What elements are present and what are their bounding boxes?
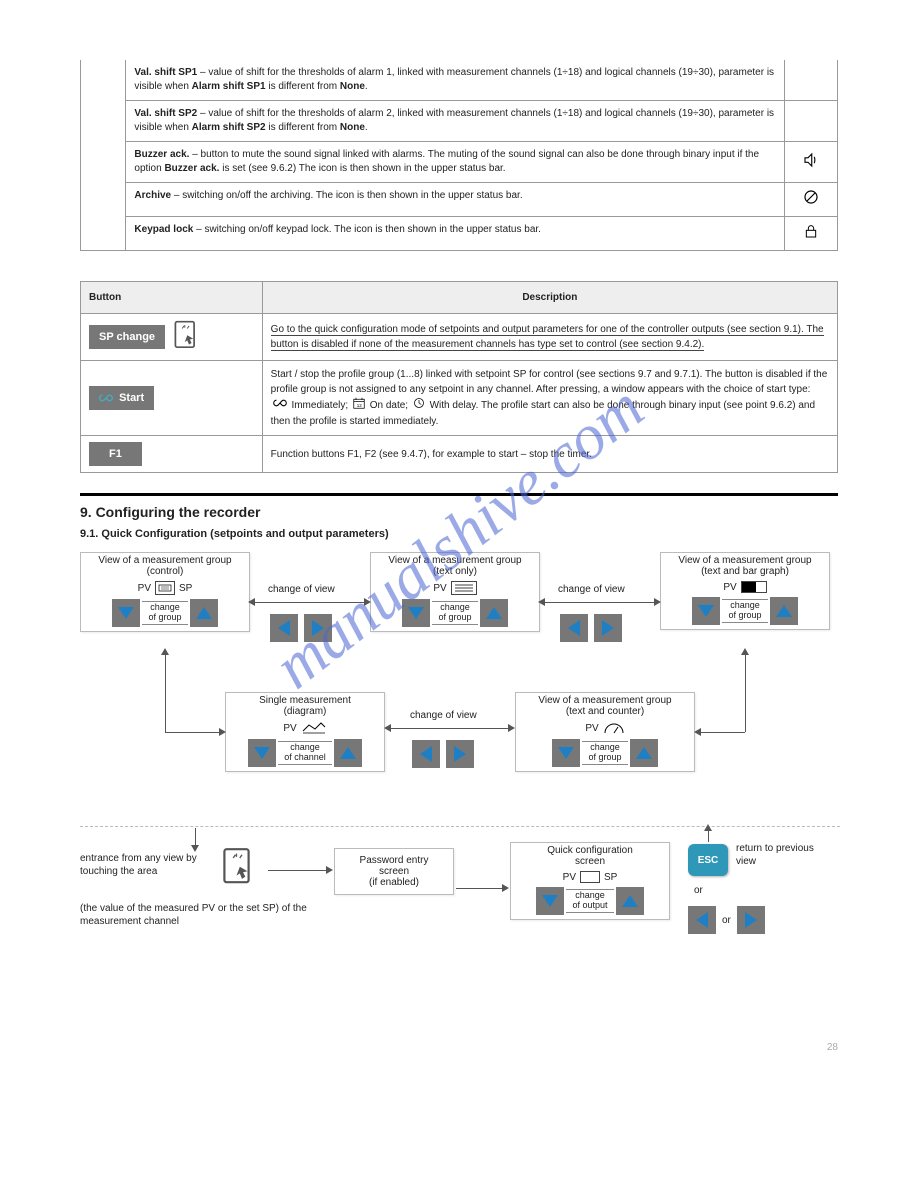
entrance-text: entrance from any view by touching the a…: [80, 852, 220, 878]
button-description-table: Button Description SP change Go to the q…: [80, 281, 838, 473]
page-number: 28: [0, 1032, 918, 1073]
start-desc: Start / stop the profile group (1...8) l…: [262, 361, 837, 436]
row-val-shift-sp2: Val. shift SP2 – value of shift for the …: [126, 101, 785, 142]
f1-desc: Function buttons F1, F2 (see 9.4.7), for…: [262, 436, 837, 473]
calendar-icon: 12: [353, 397, 365, 414]
th-desc: Description: [262, 282, 837, 314]
down-arrow-button[interactable]: [402, 599, 430, 627]
left-arrow-button[interactable]: [560, 614, 588, 642]
down-arrow-button[interactable]: [112, 599, 140, 627]
change-of-view-label: change of view: [558, 584, 625, 595]
prohibit-icon: [785, 183, 838, 217]
touch-icon: [220, 847, 264, 891]
esc-button[interactable]: ESC: [688, 844, 728, 876]
right-arrow-button[interactable]: [594, 614, 622, 642]
password-entry-box: Password entry screen (if enabled): [334, 848, 454, 895]
row-val-shift-sp1: Val. shift SP1 – value of shift for the …: [126, 60, 785, 101]
left-arrow-button[interactable]: [688, 906, 716, 934]
down-arrow-button[interactable]: [536, 887, 564, 915]
change-of-view-label: change of view: [410, 710, 477, 721]
heading-9: 9. Configuring the recorder: [80, 504, 838, 520]
left-arrow-button[interactable]: [412, 740, 440, 768]
quick-config-box: Quick configuration screen PVSP changeof…: [510, 842, 670, 920]
speaker-icon: [785, 142, 838, 183]
node-single-measurement: Single measurement (diagram) PV changeof…: [225, 692, 385, 772]
change-of-view-label: change of view: [268, 584, 335, 595]
sp-change-desc: Go to the quick configuration mode of se…: [262, 314, 837, 361]
down-arrow-button[interactable]: [552, 739, 580, 767]
up-arrow-button[interactable]: [616, 887, 644, 915]
sp-change-button[interactable]: SP change: [89, 325, 165, 349]
right-arrow-button[interactable]: [446, 740, 474, 768]
up-arrow-button[interactable]: [480, 599, 508, 627]
start-button[interactable]: Start: [89, 386, 154, 410]
up-arrow-button[interactable]: [190, 599, 218, 627]
or-text: or: [694, 884, 703, 897]
entrance-text-2: (the value of the measured PV or the set…: [80, 902, 340, 928]
node-control-view: View of a measurement group (control) PV…: [80, 552, 250, 632]
status-icons-table: Val. shift SP1 – value of shift for the …: [80, 60, 838, 251]
node-text-only-view: View of a measurement group (text only) …: [370, 552, 540, 632]
node-counter-view: View of a measurement group (text and co…: [515, 692, 695, 772]
th-button: Button: [81, 282, 263, 314]
infinity-icon: [273, 398, 287, 413]
view-navigation-diagram: View of a measurement group (control) PV…: [80, 552, 840, 992]
clock-icon: [413, 397, 425, 414]
down-arrow-button[interactable]: [692, 597, 720, 625]
row-archive: Archive – switching on/off the archiving…: [126, 183, 785, 217]
up-arrow-button[interactable]: [770, 597, 798, 625]
return-text: return to previous view: [736, 842, 826, 868]
left-arrow-button[interactable]: [270, 614, 298, 642]
node-bargraph-view: View of a measurement group (text and ba…: [660, 552, 830, 630]
row-buzzer-ack: Buzzer ack. – button to mute the sound s…: [126, 142, 785, 183]
svg-text:12: 12: [357, 403, 363, 408]
lock-icon: [785, 217, 838, 251]
touch-icon: [172, 320, 206, 354]
heading-9-1: 9.1. Quick Configuration (setpoints and …: [80, 528, 838, 540]
row-keypad-lock: Keypad lock – switching on/off keypad lo…: [126, 217, 785, 251]
right-arrow-button[interactable]: [737, 906, 765, 934]
down-arrow-button[interactable]: [248, 739, 276, 767]
up-arrow-button[interactable]: [630, 739, 658, 767]
f1-button[interactable]: F1: [89, 442, 142, 466]
up-arrow-button[interactable]: [334, 739, 362, 767]
right-arrow-button[interactable]: [304, 614, 332, 642]
